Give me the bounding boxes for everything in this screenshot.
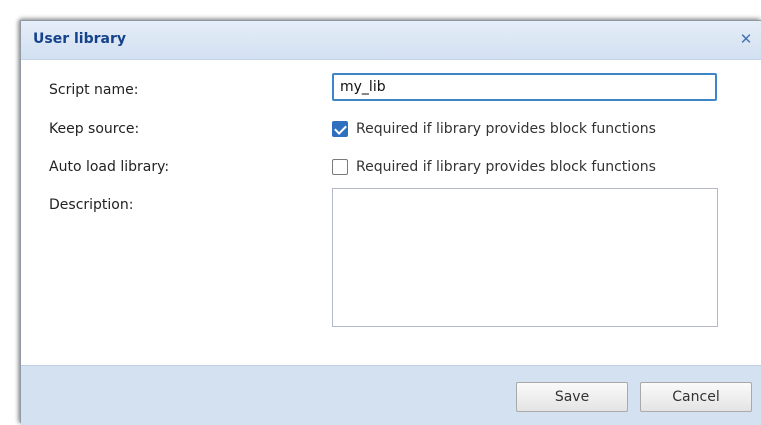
description-label: Description: — [49, 197, 134, 213]
keep-source-hint: Required if library provides block funct… — [356, 121, 656, 137]
close-icon[interactable]: ✕ — [737, 30, 755, 48]
keep-source-label: Keep source: — [49, 121, 140, 137]
save-button[interactable]: Save — [516, 382, 628, 412]
keep-source-row: Required if library provides block funct… — [332, 120, 656, 138]
auto-load-checkbox[interactable] — [332, 159, 348, 175]
script-name-input[interactable] — [332, 73, 717, 101]
dialog-footer: Save Cancel — [21, 365, 761, 425]
description-textarea[interactable] — [332, 188, 718, 327]
auto-load-row: Required if library provides block funct… — [332, 158, 656, 176]
script-name-label: Script name: — [49, 82, 139, 98]
dialog-title: User library — [33, 31, 126, 47]
dialog-header: User library ✕ — [21, 21, 761, 60]
cancel-button[interactable]: Cancel — [640, 382, 752, 412]
keep-source-checkbox[interactable] — [332, 121, 348, 137]
auto-load-label: Auto load library: — [49, 159, 170, 175]
auto-load-hint: Required if library provides block funct… — [356, 159, 656, 175]
user-library-dialog: User library ✕ Script name: Keep source:… — [20, 20, 761, 425]
